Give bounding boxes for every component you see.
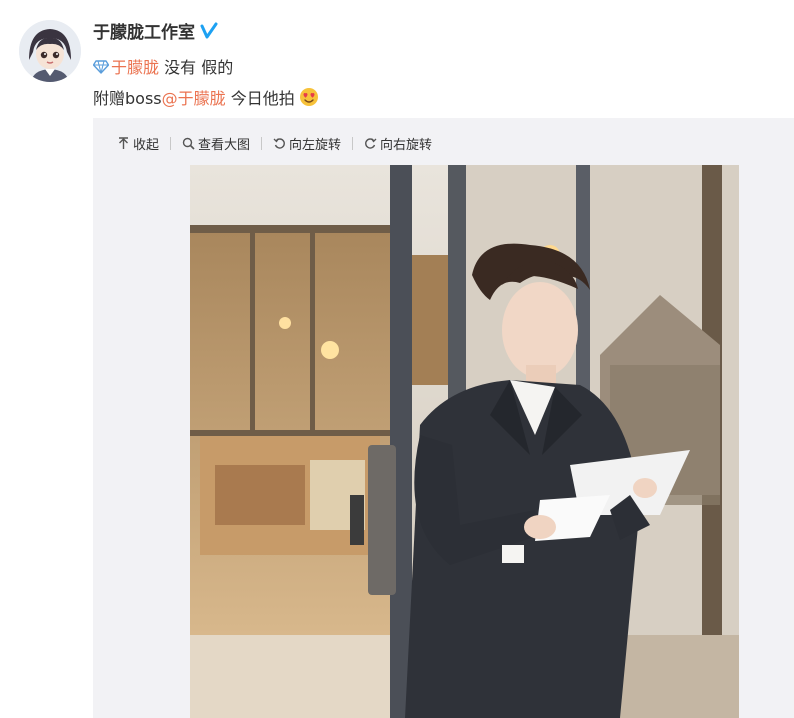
toolbar-divider — [352, 137, 354, 150]
collapse-button[interactable]: 收起 — [117, 134, 159, 153]
search-icon — [182, 137, 195, 150]
verified-badge-icon — [200, 22, 218, 40]
media-toolbar: 收起 查看大图 向左旋转 向右旋转 — [117, 134, 432, 153]
post-text: 没有 假的 — [159, 58, 234, 77]
view-large-label: 查看大图 — [198, 138, 251, 153]
heart-eyes-emoji-icon — [299, 87, 319, 107]
rotate-left-label: 向左旋转 — [289, 138, 342, 153]
rotate-left-icon — [273, 138, 285, 149]
post-photo[interactable] — [190, 165, 739, 718]
rotate-left-button[interactable]: 向左旋转 — [273, 134, 341, 153]
mention-link-yu-menglong[interactable]: 于朦胧 — [111, 54, 159, 78]
toolbar-divider — [261, 137, 263, 150]
media-expanded-panel: 收起 查看大图 向左旋转 向右旋转 — [93, 118, 794, 718]
arrow-up-icon — [119, 137, 128, 149]
view-large-button[interactable]: 查看大图 — [182, 134, 250, 153]
username-row: 于朦胧工作室 — [93, 18, 218, 43]
toolbar-divider — [170, 137, 172, 150]
avatar[interactable] — [19, 20, 81, 82]
collapse-label: 收起 — [133, 138, 160, 153]
rotate-right-label: 向右旋转 — [380, 138, 433, 153]
post-text-suffix: 今日他拍 — [225, 89, 295, 108]
post-text-line-2: 附赠boss @于朦胧 今日他拍 — [93, 85, 319, 109]
rotate-right-icon — [365, 138, 377, 149]
post-text-prefix: 附赠boss — [93, 89, 162, 108]
rotate-right-button[interactable]: 向右旋转 — [364, 134, 432, 153]
at-mention-link[interactable]: @于朦胧 — [162, 85, 226, 109]
username-link[interactable]: 于朦胧工作室 — [93, 18, 195, 43]
diamond-icon — [92, 59, 110, 74]
post-text-line-1: 于朦胧 没有 假的 — [92, 54, 234, 78]
